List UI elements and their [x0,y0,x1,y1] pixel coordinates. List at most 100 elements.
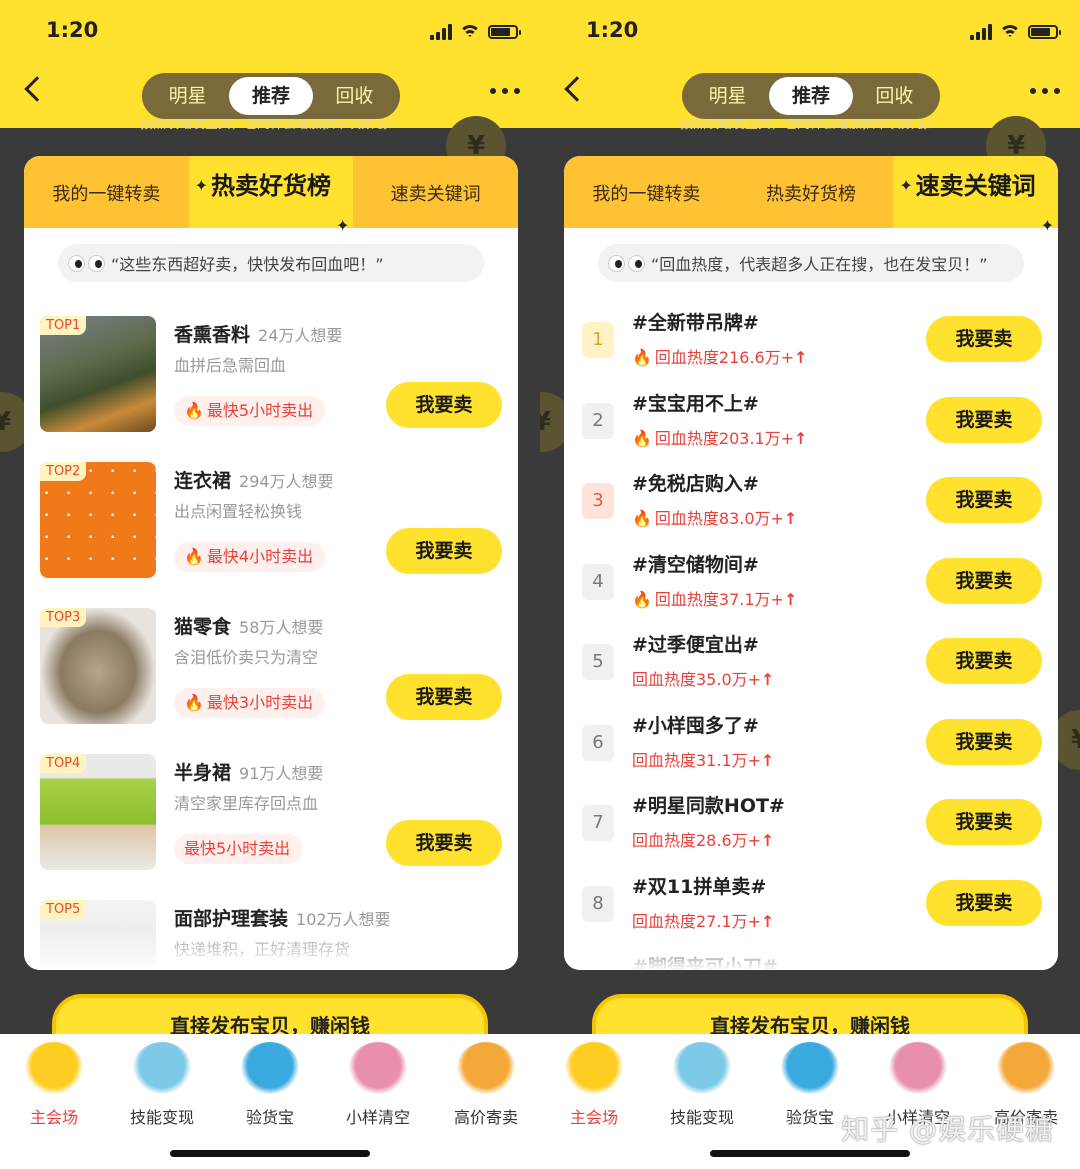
sell-button[interactable]: 我要卖 [926,316,1042,362]
sell-button[interactable]: 我要卖 [926,396,1042,443]
heat-value: 回血热度28.6万+↑ [632,827,774,851]
sell-button[interactable]: 我要卖 [386,382,502,428]
tab-quick-keywords[interactable]: ✦ 速卖关键词 ✦ [893,156,1058,235]
rank-tag: TOP4 [40,754,87,773]
sell-button[interactable]: 我要卖 [926,799,1042,845]
tab-stars[interactable]: 明星 [686,77,769,115]
tab-icon [565,1042,623,1094]
product-image[interactable]: TOP4 [40,754,156,870]
tabbar-item[interactable]: 小样清空 [324,1042,432,1128]
bottom-tabbar: 主会场 技能变现 验货宝 小样清空 高价寄卖 [540,1034,1080,1169]
sell-speed-badge: 🔥 最快5小时卖出 [174,396,326,426]
ranking-card: 我的一键转卖 ✦ 热卖好货榜 ✦ 速卖关键词 “这些东西超好卖，快快发布回血吧！… [24,156,518,970]
rank-number: 3 [582,483,614,519]
keyword-title: #宝宝用不上# [632,392,759,415]
heat-text: 回血热度27.1万+ [632,911,762,931]
heat-value: 🔥 回血热度203.1万+↑ [632,425,808,449]
tab-label: 高价寄卖 [453,1108,518,1127]
product-name-text: 半身裙 [174,762,232,784]
tabbar-item[interactable]: 主会场 [0,1042,108,1128]
heat-value: 🔥 回血热度83.0万+↑ [632,505,797,529]
heat-value: 🔥 回血热度37.1万+↑ [632,586,797,610]
tab-my-resell[interactable]: 我的一键转卖 [24,156,189,228]
tab-icon [673,1042,731,1094]
keyword-row[interactable]: 5 #过季便宜出# 回血热度35.0万+↑ 我要卖 [580,624,1042,704]
more-icon[interactable] [1030,88,1060,94]
heat-text: 回血热度37.1万+ [654,589,784,609]
product-name-text: 面部护理套装 [174,908,289,930]
sell-button[interactable]: 我要卖 [926,638,1042,684]
status-time: 1:20 [46,18,99,42]
sparkle-icon: ✦ [899,176,913,195]
tab-icon [25,1042,83,1094]
list-fade [24,930,518,970]
product-row[interactable]: TOP1 香熏香料 24万人想要 血拼后急需回血 🔥 最快5小时卖出 我要卖 [40,316,502,434]
heat-text: 回血热度28.6万+ [632,831,762,850]
heat-value: 回血热度31.1万+↑ [632,747,774,771]
up-arrow-icon: ↑ [761,911,775,931]
product-image[interactable]: TOP2 [40,462,156,578]
battery-icon [488,25,521,39]
product-row[interactable]: TOP2 连衣裙 294万人想要 出点闲置轻松换钱 🔥 最快4小时卖出 我要卖 [40,462,502,580]
sell-button[interactable]: 我要卖 [926,557,1042,604]
status-icons [430,24,521,40]
status-time: 1:20 [586,18,639,42]
heat-text: 回血热度31.1万+ [632,750,762,770]
keyword-row[interactable]: 3 #免税店购入# 🔥 回血热度83.0万+↑ 我要卖 [580,463,1042,543]
tab-recycle[interactable]: 回收 [853,77,936,115]
product-image[interactable]: TOP1 [40,316,156,432]
product-name-text: 连衣裙 [174,470,232,492]
tab-label: 小样清空 [345,1108,410,1127]
rank-number: 2 [582,402,614,439]
product-row[interactable]: TOP4 半身裙 91万人想要 清空家里库存回点血 最快5小时卖出 我要卖 [40,754,502,872]
tab-label: 技能变现 [129,1108,194,1127]
sell-speed-badge: 最快5小时卖出 [174,834,303,864]
top-bar: 1:20 明星 推荐 回收 [0,0,540,128]
sell-button[interactable]: 我要卖 [926,879,1042,926]
tab-my-resell[interactable]: 我的一键转卖 [564,156,729,228]
up-arrow-icon: ↑ [783,589,798,609]
sell-button[interactable]: 我要卖 [386,674,502,720]
keyword-row[interactable]: 7 #明星同款HOT# 回血热度28.6万+↑ 我要卖 [580,785,1042,865]
heat-value: 回血热度35.0万+↑ [632,666,774,690]
keyword-title: #小样囤多了# [632,714,759,737]
tab-quick-keywords[interactable]: 速卖关键词 [353,156,518,228]
back-arrow-icon[interactable] [564,76,590,102]
fire-icon: 🔥 [632,509,652,528]
product-image[interactable]: TOP3 [40,608,156,724]
want-count: 102万人想要 [296,910,391,929]
eyes-icon [608,254,645,272]
tab-hot-goods[interactable]: 热卖好货榜 [729,156,894,228]
keyword-row[interactable]: 4 #清空储物间# 🔥 回血热度37.1万+↑ 我要卖 [580,544,1042,624]
fire-icon: 🔥 [632,428,652,448]
sparkle-icon: ✦ [335,216,350,235]
sell-button[interactable]: 我要卖 [926,718,1042,765]
tabbar-item[interactable]: 验货宝 [216,1042,324,1128]
tabbar-item[interactable]: 技能变现 [648,1042,756,1128]
tab-icon [997,1042,1055,1094]
more-icon[interactable] [490,88,520,94]
tab-recommend[interactable]: 推荐 [769,77,853,115]
tab-recycle[interactable]: 回收 [313,77,396,115]
home-indicator [170,1150,370,1157]
keyword-title: #免税店购入# [632,473,759,495]
tab-hot-goods[interactable]: ✦ 热卖好货榜 ✦ [188,156,354,235]
keyword-title: #明星同款HOT# [632,795,785,817]
signal-icon [430,24,452,40]
sell-button[interactable]: 我要卖 [386,528,502,574]
tabbar-item[interactable]: 技能变现 [108,1042,216,1128]
product-row[interactable]: TOP3 猫零食 58万人想要 含泪低价卖只为清空 🔥 最快3小时卖出 我要卖 [40,608,502,726]
tab-label: 技能变现 [669,1108,734,1127]
keyword-row[interactable]: 2 #宝宝用不上# 🔥 回血热度203.1万+↑ 我要卖 [580,383,1042,463]
wifi-icon [459,24,481,40]
tab-hot-goods-label: 热卖好货榜 [211,172,331,200]
sell-button[interactable]: 我要卖 [386,820,502,866]
tabbar-item[interactable]: 高价寄卖 [432,1042,540,1128]
tabbar-item[interactable]: 主会场 [540,1042,648,1128]
sell-button[interactable]: 我要卖 [926,477,1042,523]
back-arrow-icon[interactable] [24,76,50,102]
tab-stars[interactable]: 明星 [146,77,229,115]
tab-recommend[interactable]: 推荐 [229,77,313,115]
keyword-row[interactable]: 1 #全新带吊牌# 🔥 回血热度216.6万+↑ 我要卖 [580,302,1042,382]
keyword-row[interactable]: 6 #小样囤多了# 回血热度31.1万+↑ 我要卖 [580,705,1042,785]
